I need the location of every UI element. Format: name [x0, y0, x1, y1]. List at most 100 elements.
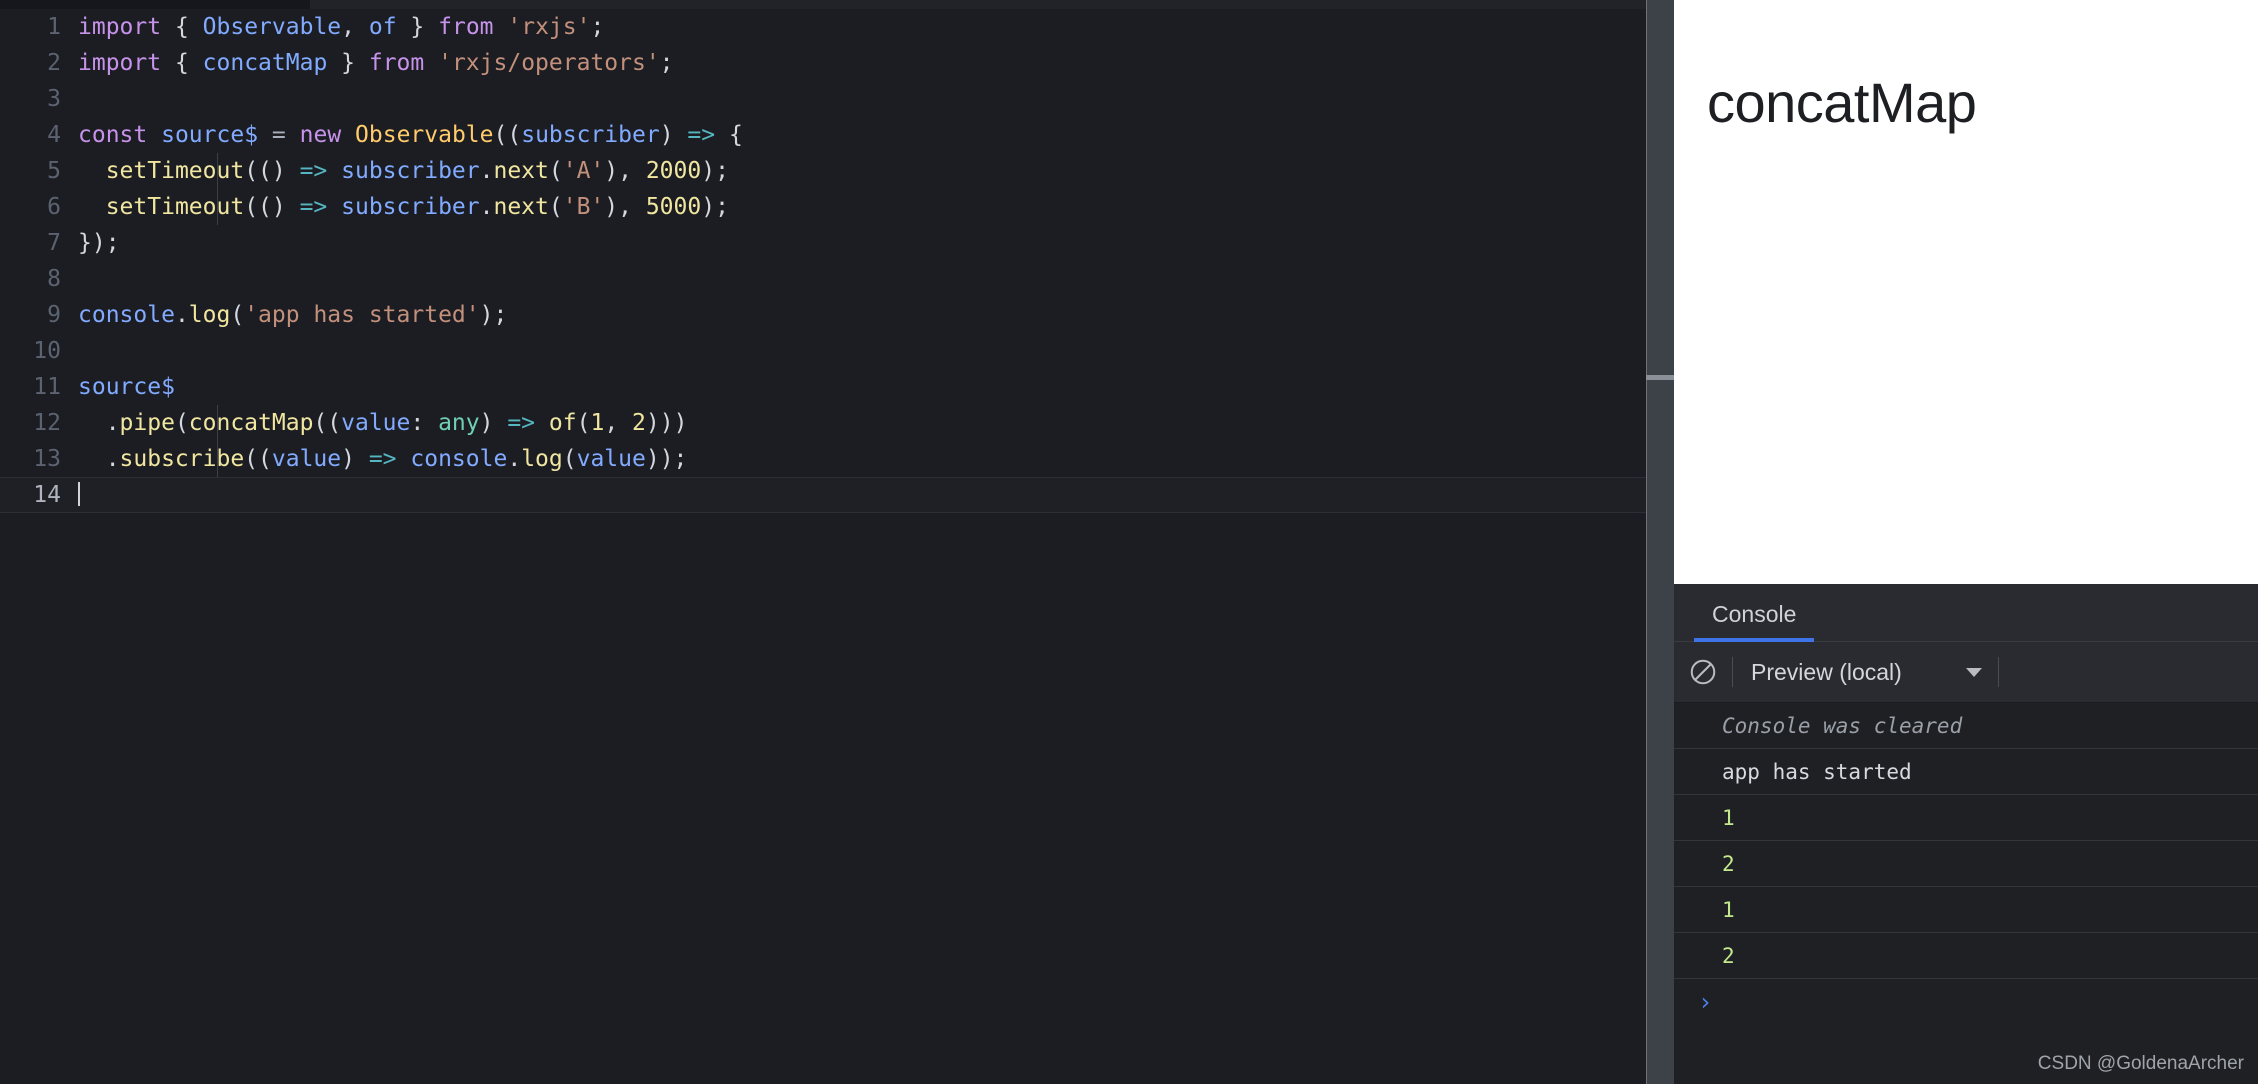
code-line[interactable]: 5 setTimeout(() => subscriber.next('A'),…: [0, 153, 1646, 189]
line-number: 11: [33, 374, 61, 400]
code-line[interactable]: 3: [0, 81, 1646, 117]
code-token: 2000: [645, 158, 702, 184]
code-token: {: [174, 50, 189, 76]
code-line[interactable]: 4 const source$ = new Observable((subscri…: [0, 117, 1646, 153]
code-token: 'rxjs/operators': [438, 50, 660, 76]
code-token: subscribe: [119, 446, 245, 472]
line-number: 13: [33, 446, 61, 472]
code-token: concatMap: [202, 50, 328, 76]
console-log-entry: app has started: [1674, 749, 2258, 795]
line-number: 8: [47, 266, 61, 292]
code-line[interactable]: 14: [0, 477, 1646, 513]
line-number: 4: [47, 122, 61, 148]
code-token: =>: [687, 122, 716, 148]
clear-console-button[interactable]: [1674, 657, 1732, 687]
line-number: 9: [47, 302, 61, 328]
code-token: =>: [299, 194, 328, 220]
code-token: }: [327, 50, 355, 76]
console-context-select[interactable]: Preview (local): [1733, 659, 1998, 686]
code-line[interactable]: 9 console.log('app has started');: [0, 297, 1646, 333]
code-token: next: [493, 158, 549, 184]
code-token: Observable: [202, 14, 342, 40]
code-token: });: [78, 230, 120, 256]
code-token: ((: [244, 446, 272, 472]
code-token: =: [271, 122, 286, 148]
code-token: of: [368, 14, 397, 40]
pane-splitter[interactable]: [1646, 0, 1674, 1084]
code-line[interactable]: 12 .pipe(concatMap((value: any) => of(1,…: [0, 405, 1646, 441]
code-token: new: [299, 122, 342, 148]
clear-console-icon: [1690, 659, 1716, 685]
code-token: const: [78, 122, 148, 148]
code-line-text: .subscribe((value) => console.log(value)…: [78, 441, 687, 477]
code-token: pipe: [119, 410, 175, 436]
tab-console[interactable]: Console: [1694, 601, 1815, 642]
code-token: .: [174, 302, 189, 328]
console-log-entry: 2: [1674, 933, 2258, 979]
preview-heading: concatMap: [1707, 71, 1977, 134]
tab-active-underline: [1694, 638, 1815, 642]
code-line-text: setTimeout(() => subscriber.next('A'), 2…: [78, 153, 729, 189]
code-token: of: [548, 410, 577, 436]
code-editor-pane[interactable]: 1 import { Observable, of } from 'rxjs'; 2…: [0, 0, 1646, 1084]
code-token: ;: [659, 50, 674, 76]
code-token: ): [659, 122, 688, 148]
code-line-text: console.log('app has started');: [78, 297, 507, 333]
line-number: 6: [47, 194, 61, 220]
ide-window: 1 import { Observable, of } from 'rxjs'; 2…: [0, 0, 2258, 1084]
code-line-text: .pipe(concatMap((value: any) => of(1, 2)…: [78, 405, 687, 441]
line-number: 3: [47, 86, 61, 112]
code-line-text: [78, 477, 80, 513]
watermark: CSDN @GoldenaArcher: [2037, 1053, 2244, 1074]
code-token: (: [548, 158, 563, 184]
code-token: (: [548, 194, 563, 220]
code-line-text: setTimeout(() => subscriber.next('B'), 5…: [78, 189, 729, 225]
code-line[interactable]: 1 import { Observable, of } from 'rxjs';: [0, 9, 1646, 45]
code-line[interactable]: 8: [0, 261, 1646, 297]
console-input-prompt[interactable]: ›: [1674, 979, 2258, 1025]
code-token: =>: [299, 158, 328, 184]
indent-guide: [217, 189, 218, 225]
code-line[interactable]: 6 setTimeout(() => subscriber.next('B'),…: [0, 189, 1646, 225]
code-token: 'B': [562, 194, 605, 220]
code-line[interactable]: 11 source$: [0, 369, 1646, 405]
indent-guide: [217, 405, 218, 441]
code-line[interactable]: 7});: [0, 225, 1646, 261]
line-number: 12: [33, 410, 61, 436]
code-token: subscriber: [521, 122, 660, 148]
code-line[interactable]: 2 import { concatMap } from 'rxjs/operato…: [0, 45, 1646, 81]
code-token: subscriber: [341, 158, 480, 184]
code-token: ): [341, 446, 369, 472]
code-token: ))): [645, 410, 688, 436]
code-token: 1: [590, 410, 605, 436]
code-token: 2: [632, 410, 646, 436]
console-toolbar: Preview (local): [1674, 642, 2258, 703]
text-caret: [78, 482, 80, 506]
console-log-list[interactable]: Console was cleared app has started 1 2 1 2 ›: [1674, 703, 2258, 1084]
code-token: log: [521, 446, 563, 472]
code-token: ((): [244, 194, 300, 220]
code-token: (: [230, 302, 245, 328]
code-token: );: [479, 302, 508, 328]
code-lines-container[interactable]: 1 import { Observable, of } from 'rxjs'; 2…: [0, 9, 1646, 1084]
code-token: );: [701, 194, 729, 220]
editor-gutter-top-strip: [0, 0, 310, 9]
code-token: ((: [313, 410, 342, 436]
line-number: 5: [47, 158, 61, 184]
code-token: setTimeout: [105, 194, 245, 220]
code-token: source$: [161, 122, 259, 148]
splitter-handle[interactable]: [1646, 375, 1674, 380]
editor-top-strip: [310, 0, 1646, 9]
right-pane: concatMap Console Preview (local) Consol…: [1674, 0, 2258, 1084]
code-line[interactable]: 10: [0, 333, 1646, 369]
code-line[interactable]: 13 .subscribe((value) => console.log(val…: [0, 441, 1646, 477]
